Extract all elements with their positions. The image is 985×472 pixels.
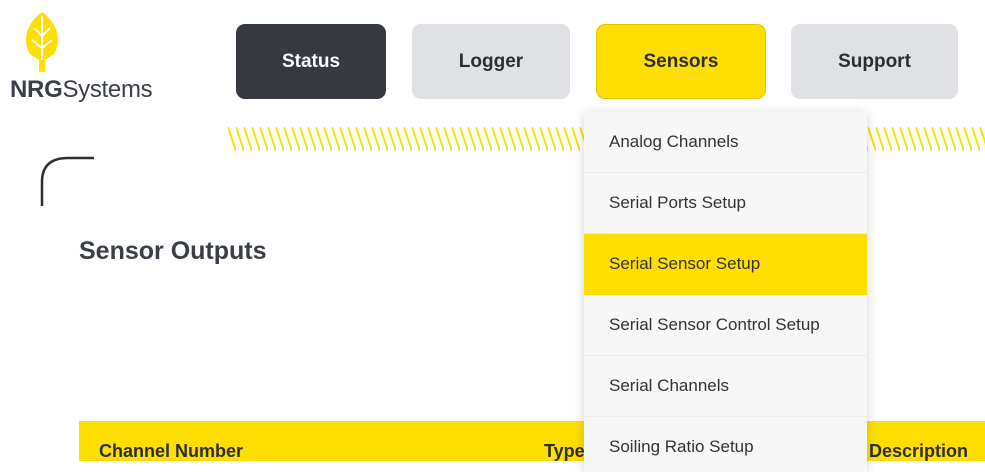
- menu-item-soiling-ratio-setup[interactable]: Soiling Ratio Setup: [584, 417, 867, 472]
- menu-item-serial-sensor-control-setup[interactable]: Serial Sensor Control Setup: [584, 295, 867, 356]
- column-header-type[interactable]: Type: [544, 441, 585, 462]
- nav-logger-button[interactable]: Logger: [412, 24, 570, 99]
- nav-status-button[interactable]: Status: [236, 24, 386, 99]
- nav-sensors-button[interactable]: Sensors: [596, 24, 766, 99]
- logo-text: NRGSystems: [10, 76, 153, 103]
- page-title: Sensor Outputs: [79, 237, 267, 265]
- nav-support-button[interactable]: Support: [791, 24, 958, 99]
- menu-item-serial-sensor-setup[interactable]: Serial Sensor Setup: [584, 234, 867, 295]
- menu-item-serial-channels[interactable]: Serial Channels: [584, 356, 867, 417]
- menu-item-analog-channels[interactable]: Analog Channels: [584, 112, 867, 173]
- wind-turbine-blade-icon: [26, 12, 58, 72]
- corner-bracket-icon: [40, 156, 94, 206]
- column-header-channel-number[interactable]: Channel Number: [99, 441, 243, 462]
- sensors-dropdown-menu: Analog Channels Serial Ports Setup Seria…: [584, 112, 867, 472]
- column-header-description[interactable]: Description: [869, 441, 968, 462]
- nrg-systems-logo[interactable]: NRGSystems: [8, 10, 178, 103]
- menu-item-serial-ports-setup[interactable]: Serial Ports Setup: [584, 173, 867, 234]
